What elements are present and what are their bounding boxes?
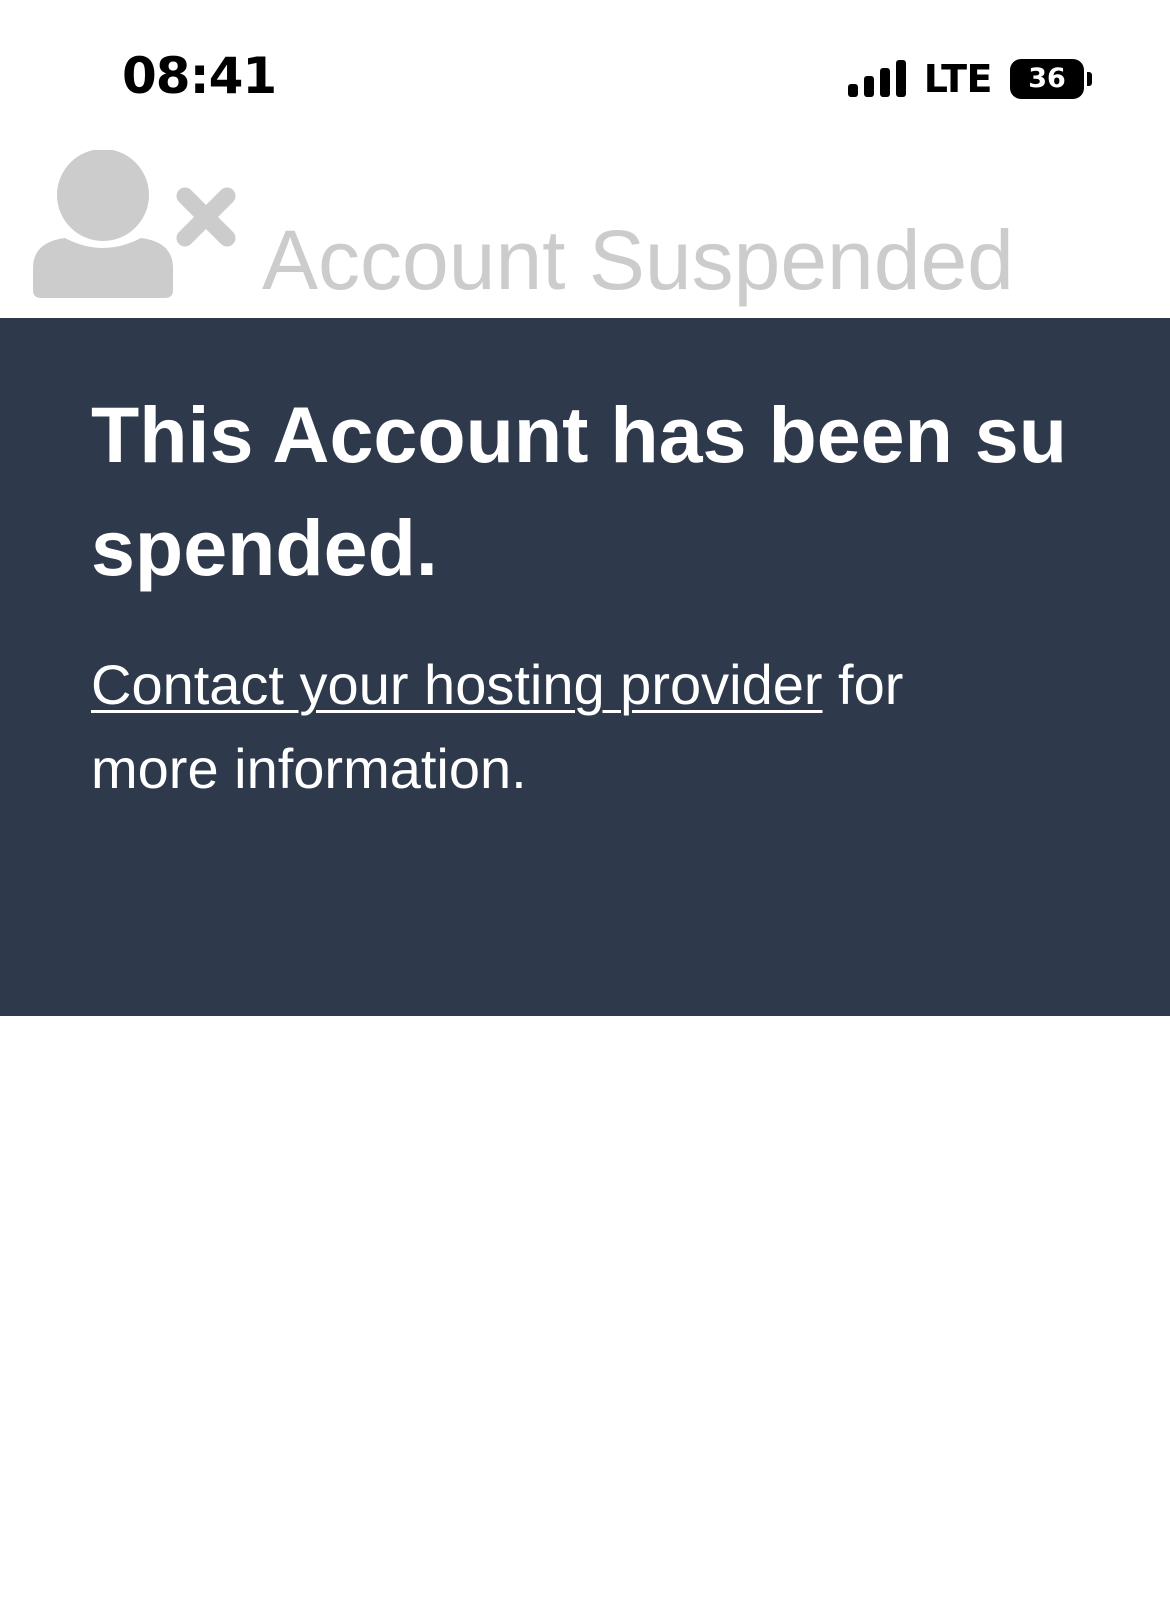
account-suspended-title: Account Suspended: [262, 213, 1014, 307]
battery-tip: [1087, 72, 1092, 86]
status-time: 08:41: [122, 47, 277, 105]
user-x-icon: [33, 150, 236, 298]
page: 08:41 LTE 36 Account Suspended This Acco…: [0, 0, 1170, 1607]
contact-hosting-provider-link[interactable]: Contact your hosting provider: [91, 653, 823, 716]
message-panel: This Account has been suspended. Contact…: [0, 318, 1170, 1016]
battery-level: 36: [1010, 59, 1084, 99]
battery-icon: 36: [1010, 59, 1092, 99]
status-bar: 08:41 LTE 36: [0, 0, 1170, 150]
contact-message: Contact your hosting provider for more i…: [91, 643, 1011, 811]
cellular-signal-icon: [847, 60, 906, 97]
network-type-label: LTE: [923, 57, 993, 101]
status-indicators: LTE 36: [847, 56, 1092, 102]
suspended-header: Account Suspended: [0, 150, 1170, 318]
suspension-heading: This Account has been suspended.: [91, 390, 1067, 592]
